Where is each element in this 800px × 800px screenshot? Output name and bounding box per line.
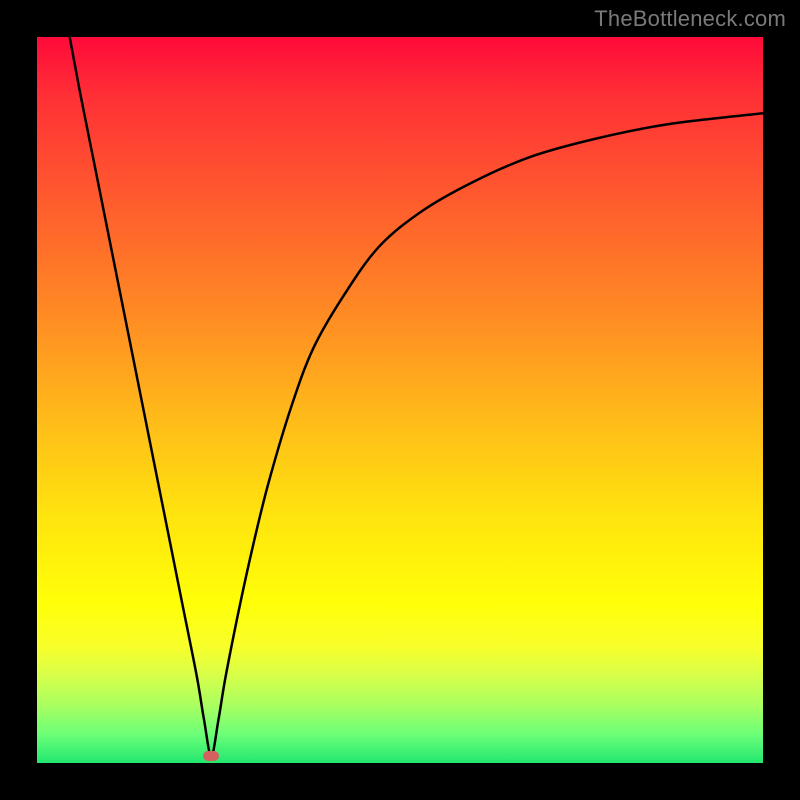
curve-path [70,37,763,756]
watermark-text: TheBottleneck.com [594,6,786,32]
plot-area [37,37,763,763]
min-marker [203,751,219,761]
curve-svg [37,37,763,763]
chart-frame: TheBottleneck.com [0,0,800,800]
